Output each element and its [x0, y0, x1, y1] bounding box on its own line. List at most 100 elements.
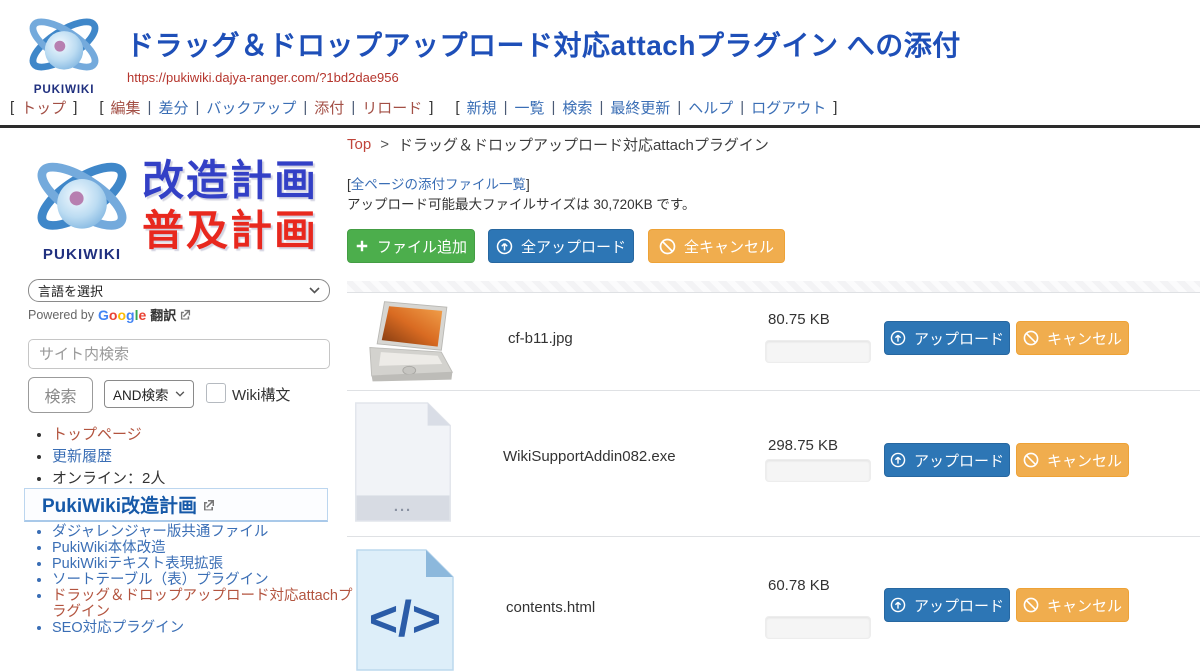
cancel-file-button[interactable]: キャンセル — [1016, 588, 1129, 622]
add-files-button[interactable]: ファイル追加 — [347, 229, 475, 263]
site-search-input[interactable] — [28, 339, 330, 369]
list-item: SEO対応プラグイン — [52, 620, 357, 636]
sidebar-item-core-mod[interactable]: PukiWiki本体改造 — [52, 540, 166, 556]
sidebar-item-sort-table[interactable]: ソートテーブル（表）プラグイン — [52, 572, 269, 588]
nav-separator: | — [148, 99, 152, 116]
upload-progressbar — [765, 459, 871, 482]
nav-separator: | — [677, 99, 681, 116]
site-box-title[interactable]: PukiWiki改造計画 — [42, 491, 197, 518]
google-translate-attribution: Powered by Google 翻訳 — [28, 305, 191, 324]
sidebar-site-box[interactable]: PukiWiki改造計画 — [24, 488, 328, 522]
file-size: 80.75 KB — [768, 311, 830, 328]
breadcrumb-home[interactable]: Top — [347, 136, 371, 153]
nav-item-search[interactable]: 検索 — [562, 97, 592, 118]
sidebar-item-dnd-attach[interactable]: ドラッグ＆ドロップアップロード対応attachプラグイン — [52, 588, 353, 620]
sidebar-quick-list: トップページ 更新履歴 オンライン：2人 — [28, 426, 352, 492]
chevron-down-icon — [175, 391, 185, 397]
wiki-syntax-checkbox[interactable] — [206, 383, 226, 403]
nav-item-backup[interactable]: バックアップ — [206, 97, 296, 118]
nav-item-recent[interactable]: 最終更新 — [610, 97, 670, 118]
sidebar-plugin-list: ダジャレンジャー版共通ファイル PukiWiki本体改造 PukiWikiテキス… — [28, 524, 357, 636]
nav-bracket: ] — [73, 99, 77, 116]
sidebar-item-seo-plugin[interactable]: SEO対応プラグイン — [52, 620, 184, 636]
powered-by-label: Powered by — [28, 308, 94, 322]
list-item: PukiWikiテキスト表現拡張 — [52, 556, 357, 572]
upload-file-button[interactable]: アップロード — [884, 443, 1010, 477]
upload-file-button[interactable]: アップロード — [884, 321, 1010, 355]
cancel-all-button[interactable]: 全キャンセル — [648, 229, 785, 263]
file-size: 60.78 KB — [768, 577, 830, 594]
attachment-list-line: [全ページの添付ファイル一覧] — [347, 173, 530, 193]
laptop-photo-thumbnail — [357, 296, 467, 388]
list-item: ドラッグ＆ドロップアップロード対応attachプラグイン — [52, 588, 357, 620]
wiki-syntax-label: Wiki構文 — [232, 384, 290, 405]
upload-all-button[interactable]: 全アップロード — [488, 229, 634, 263]
list-item: トップページ — [52, 426, 352, 444]
list-item: オンライン：2人 — [52, 470, 352, 488]
sidebar-item-common-files[interactable]: ダジャレンジャー版共通ファイル — [52, 524, 268, 540]
cancel-file-label: キャンセル — [1047, 328, 1122, 349]
list-item: ソートテーブル（表）プラグイン — [52, 572, 357, 588]
atom-icon: PUKIWIKI — [28, 145, 136, 267]
sidebar-item-text-ext[interactable]: PukiWikiテキスト表現拡張 — [52, 556, 223, 572]
language-select-value: 言語を選択 — [38, 281, 103, 300]
nav-bracket: ] — [833, 99, 837, 116]
top-navbar: [ トップ ] [ 編集 | 差分 | バックアップ | 添付 | リロード ]… — [10, 97, 837, 118]
arrow-up-circle-icon — [890, 597, 906, 613]
cancel-file-button[interactable]: キャンセル — [1016, 321, 1129, 355]
atom-icon: PUKIWIKI — [18, 6, 110, 98]
sidebar-banner[interactable]: PUKIWIKI 改造計画 普及計画 — [28, 142, 330, 270]
nav-item-diff[interactable]: 差分 — [158, 97, 188, 118]
page-url-link[interactable]: https://pukiwiki.dajya-ranger.com/?1bd2d… — [127, 70, 399, 85]
cancel-file-button[interactable]: キャンセル — [1016, 443, 1129, 477]
nav-bracket: [ — [99, 99, 103, 116]
arrow-up-circle-icon — [890, 330, 906, 346]
upload-file-label: アップロード — [914, 328, 1004, 349]
nav-item-list[interactable]: 一覧 — [515, 97, 545, 118]
file-name: WikiSupportAddin082.exe — [503, 448, 676, 465]
add-files-label: ファイル追加 — [377, 236, 467, 257]
banner-line2: 普及計画 — [142, 206, 318, 256]
all-attachments-link[interactable]: 全ページの添付ファイル一覧 — [351, 177, 526, 192]
upload-file-button[interactable]: アップロード — [884, 588, 1010, 622]
list-item: 更新履歴 — [52, 448, 352, 466]
bracket: ] — [526, 177, 530, 192]
ban-icon — [659, 238, 676, 255]
pukiwiki-logo[interactable]: PUKIWIKI — [18, 6, 110, 98]
generic-file-icon: ... — [353, 401, 453, 523]
file-preview-laptop-photo — [357, 296, 467, 388]
list-item: PukiWiki本体改造 — [52, 540, 357, 556]
nav-bracket: [ — [455, 99, 459, 116]
dropzone-edge — [347, 281, 1200, 292]
nav-separator: | — [552, 99, 556, 116]
external-link-icon — [180, 309, 191, 320]
nav-item-new[interactable]: 新規 — [467, 97, 497, 118]
breadcrumb: Top > ドラッグ＆ドロップアップロード対応attachプラグイン — [347, 134, 769, 155]
nav-item-top[interactable]: トップ — [21, 97, 66, 118]
file-icon-glyph: </> — [369, 591, 441, 647]
translate-link[interactable]: 翻訳 — [150, 305, 176, 324]
upload-file-label: アップロード — [914, 450, 1004, 471]
page-title: ドラッグ＆ドロップアップロード対応attachプラグイン への添付 — [126, 24, 961, 64]
row-divider — [347, 292, 1200, 293]
nav-item-logout[interactable]: ログアウト — [751, 97, 826, 118]
code-file-icon: </> — [355, 548, 455, 672]
row-divider — [347, 536, 1200, 537]
file-name: cf-b11.jpg — [508, 330, 573, 347]
search-button[interactable]: 検索 — [28, 377, 93, 413]
file-name: contents.html — [506, 599, 595, 616]
cancel-file-label: キャンセル — [1047, 450, 1122, 471]
language-select[interactable]: 言語を選択 — [28, 279, 330, 302]
sidebar-item-top-page[interactable]: トップページ — [52, 426, 142, 443]
sidebar-item-recent-changes[interactable]: 更新履歴 — [52, 448, 112, 465]
max-filesize-note: アップロード可能最大ファイルサイズは 30,720KB です。 — [347, 193, 696, 213]
nav-item-reload[interactable]: リロード — [362, 97, 422, 118]
google-logo: Google — [98, 307, 146, 323]
search-mode-select[interactable]: AND検索 — [104, 380, 194, 408]
nav-item-edit[interactable]: 編集 — [111, 97, 141, 118]
nav-item-help[interactable]: ヘルプ — [688, 97, 733, 118]
external-link-icon — [203, 499, 215, 511]
file-preview-code: </> — [355, 548, 455, 672]
nav-item-attach[interactable]: 添付 — [314, 97, 344, 118]
upload-all-label: 全アップロード — [521, 236, 626, 257]
